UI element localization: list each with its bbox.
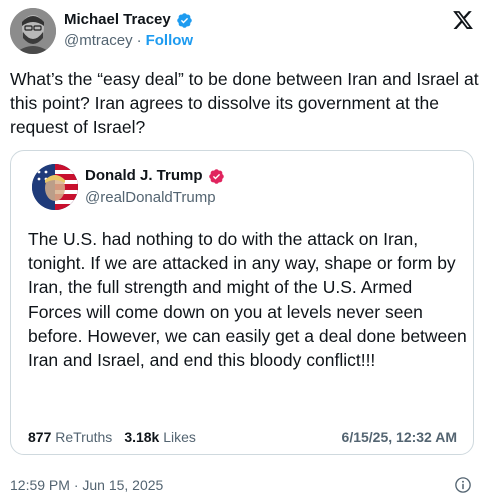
info-icon[interactable] — [454, 476, 472, 494]
quoted-post[interactable]: Donald J. Trump @realDonaldTrump The U.S… — [10, 150, 474, 455]
quoted-author-handle[interactable]: @realDonaldTrump — [85, 189, 216, 207]
tweet-timestamp[interactable]: 12:59 PM · Jun 15, 2025 — [10, 476, 163, 494]
retruths-count: 877 — [28, 429, 52, 445]
retruths-stat[interactable]: 877 ReTruths — [28, 429, 112, 445]
quoted-text: The U.S. had nothing to do with the atta… — [28, 229, 467, 371]
author-name[interactable]: Michael Tracey — [64, 11, 171, 29]
author-handle-row: @mtracey · Follow — [64, 32, 193, 50]
retruths-label: ReTruths — [55, 429, 113, 445]
likes-stat[interactable]: 3.18k Likes — [124, 429, 196, 445]
avatar[interactable] — [10, 8, 56, 54]
quoted-author-name[interactable]: Donald J. Trump — [85, 167, 203, 185]
quoted-date: 6/15/25, 12:32 AM — [341, 429, 457, 445]
author-handle[interactable]: @mtracey — [64, 32, 133, 50]
quoted-stats: 877 ReTruths 3.18k Likes — [28, 429, 196, 445]
tweet-card: Michael Tracey @mtracey · Follow What’s … — [0, 0, 490, 499]
x-logo-icon[interactable] — [452, 9, 474, 31]
author-name-row: Michael Tracey — [64, 11, 193, 29]
quoted-avatar-photo — [32, 164, 78, 210]
avatar-photo — [10, 8, 56, 54]
tweet-text: What’s the “easy deal” to be done betwee… — [10, 69, 479, 137]
likes-count: 3.18k — [124, 429, 160, 445]
verified-badge-icon — [208, 168, 224, 184]
quoted-avatar[interactable] — [32, 164, 78, 210]
follow-button[interactable]: Follow — [146, 32, 194, 50]
likes-label: Likes — [163, 429, 196, 445]
quoted-name-row: Donald J. Trump — [85, 167, 225, 185]
verified-badge-icon — [176, 12, 192, 28]
handle-separator: · — [136, 32, 142, 49]
